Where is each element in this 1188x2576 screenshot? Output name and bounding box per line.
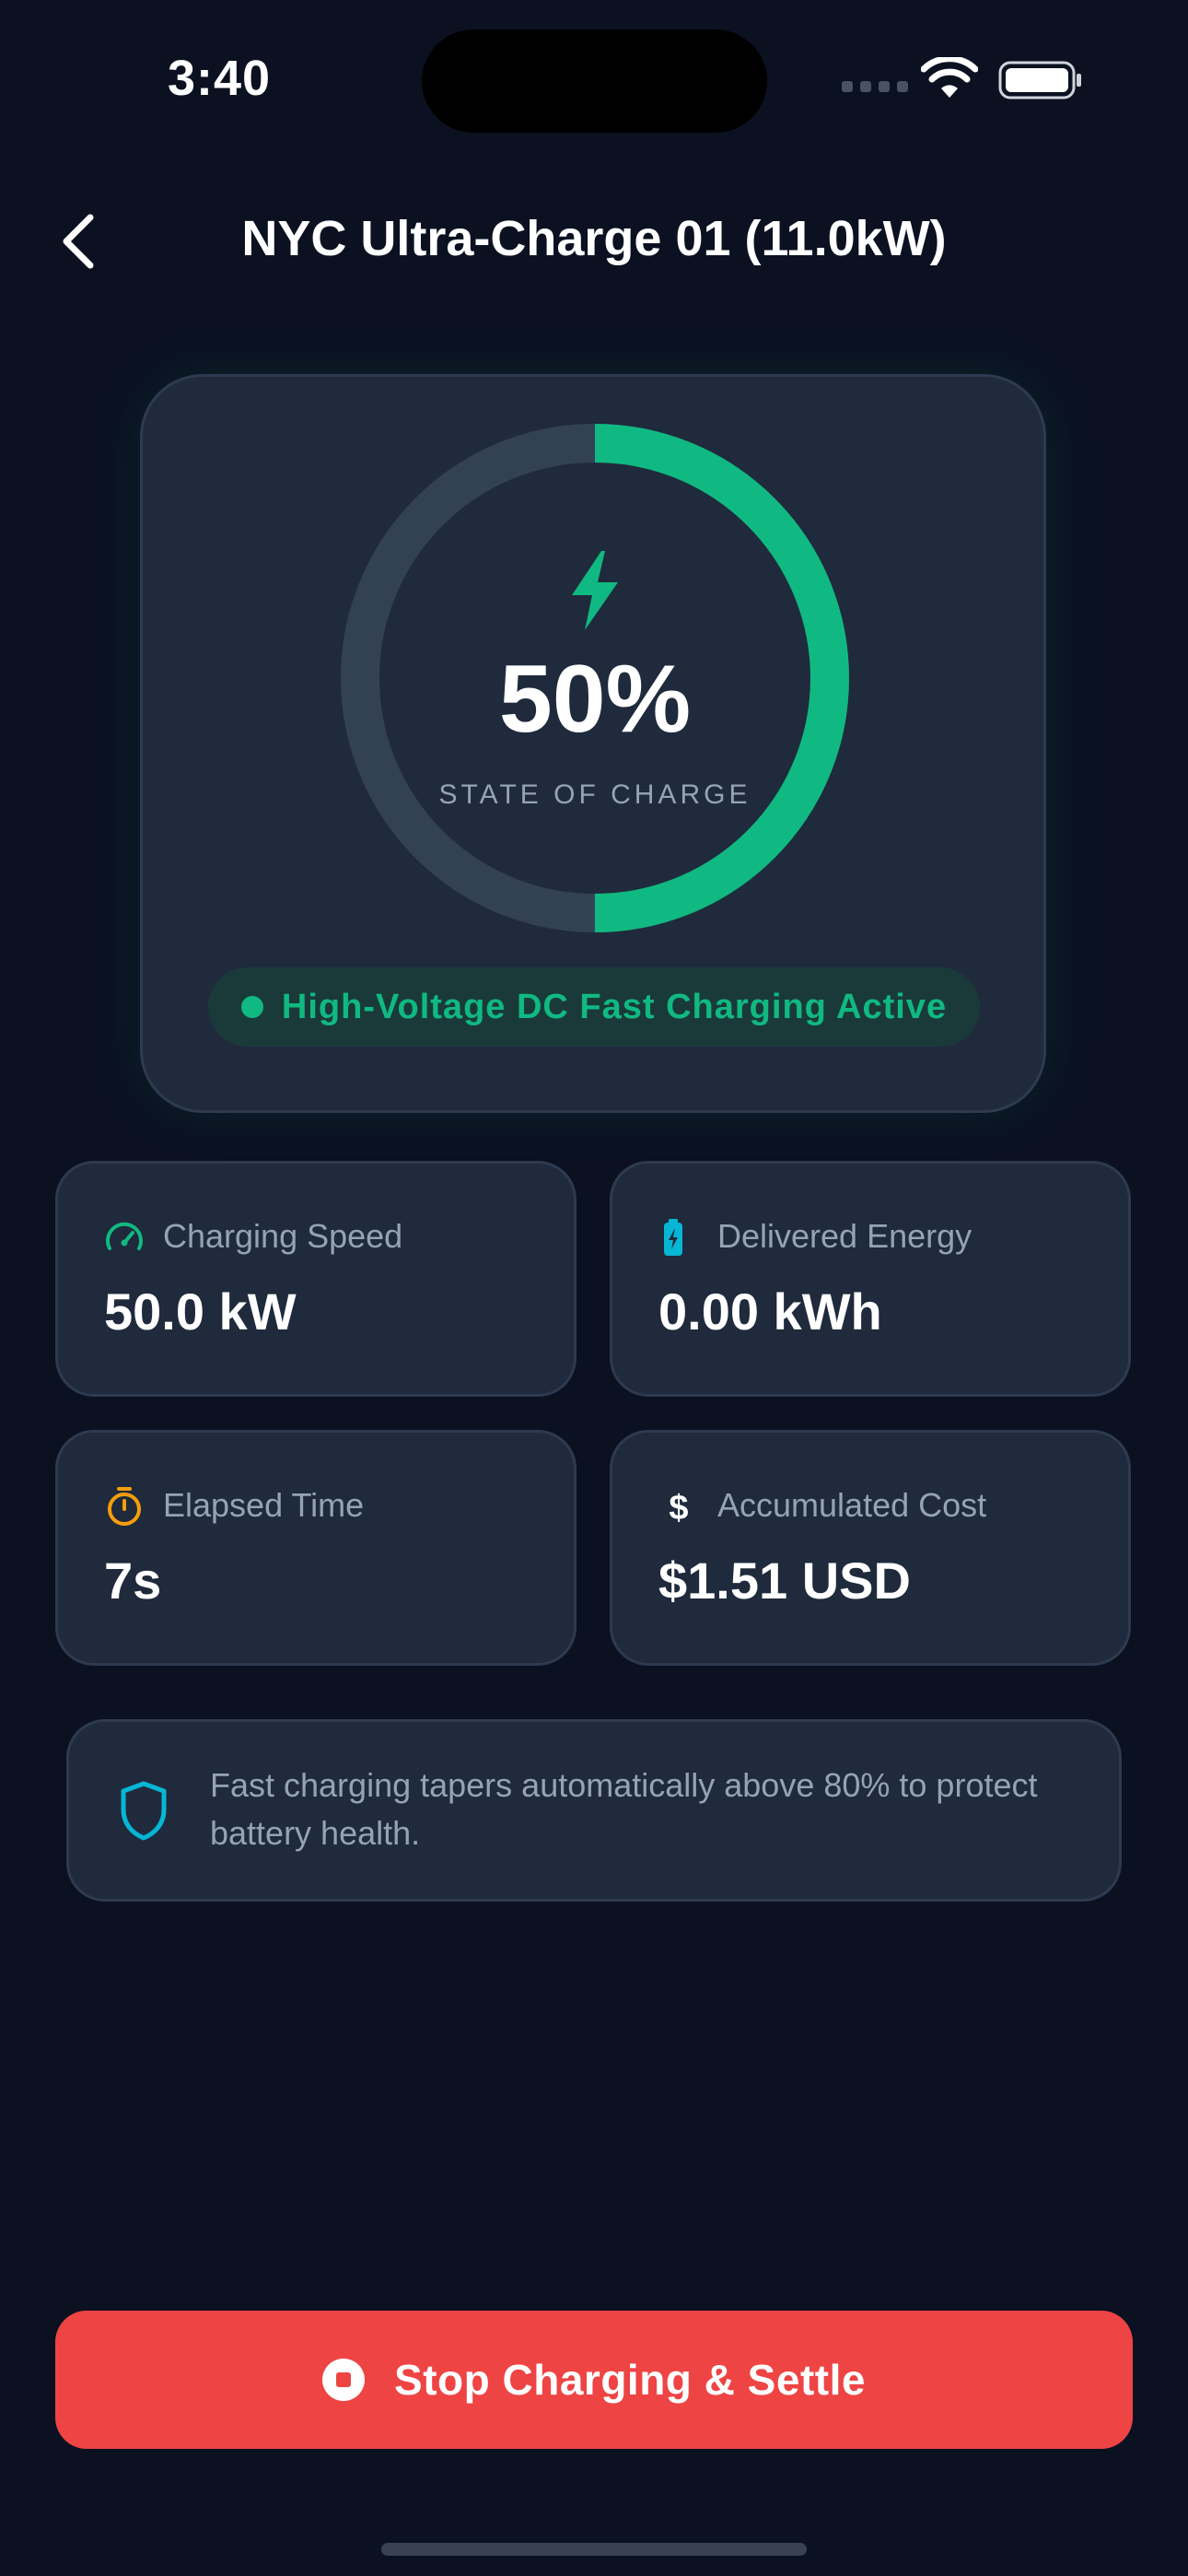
stop-icon bbox=[322, 2359, 366, 2401]
stat-label: Delivered Energy bbox=[717, 1217, 973, 1255]
stop-charging-label: Stop Charging & Settle bbox=[394, 2356, 866, 2404]
stop-charging-button[interactable]: Stop Charging & Settle bbox=[55, 2311, 1133, 2449]
lightning-bolt-icon bbox=[572, 551, 618, 630]
stat-card-charging-speed: Charging Speed 50.0 kW bbox=[55, 1161, 577, 1397]
stat-value: 7s bbox=[104, 1551, 162, 1610]
charge-percentage: 50% bbox=[498, 646, 692, 753]
shield-icon bbox=[121, 1781, 167, 1841]
cellular-signal-icon bbox=[842, 81, 908, 92]
state-of-charge-label: STATE OF CHARGE bbox=[438, 779, 751, 810]
battery-charging-icon bbox=[664, 1219, 682, 1256]
battery-icon bbox=[998, 61, 1081, 100]
stopwatch-icon bbox=[108, 1487, 141, 1526]
stat-label: Charging Speed bbox=[163, 1217, 403, 1255]
dynamic-island bbox=[422, 29, 767, 133]
status-dot bbox=[240, 996, 263, 1018]
stat-value: $1.51 USD bbox=[658, 1551, 911, 1610]
stat-value: 0.00 kWh bbox=[658, 1282, 882, 1341]
svg-text:$: $ bbox=[669, 1489, 688, 1527]
charging-status-text: High-Voltage DC Fast Charging Active bbox=[281, 987, 948, 1026]
page-title: NYC Ultra-Charge 01 (11.0kW) bbox=[241, 211, 947, 266]
stat-label: Accumulated Cost bbox=[717, 1486, 987, 1524]
wifi-icon bbox=[921, 57, 978, 98]
stat-label: Elapsed Time bbox=[163, 1486, 365, 1524]
charging-status-badge: High-Voltage DC Fast Charging Active bbox=[208, 967, 980, 1047]
stat-card-elapsed-time: Elapsed Time 7s bbox=[55, 1430, 577, 1666]
stat-card-delivered-energy: Delivered Energy 0.00 kWh bbox=[610, 1161, 1131, 1397]
home-indicator[interactable] bbox=[381, 2543, 807, 2556]
dollar-icon: $ bbox=[669, 1489, 688, 1527]
status-time: 3:40 bbox=[168, 51, 272, 106]
stat-value: 50.0 kW bbox=[104, 1282, 297, 1341]
speedometer-icon bbox=[106, 1222, 143, 1250]
stat-card-accumulated-cost: $ Accumulated Cost $1.51 USD bbox=[610, 1430, 1131, 1666]
battery-health-info-text: Fast charging tapers automatically above… bbox=[210, 1766, 1038, 1852]
